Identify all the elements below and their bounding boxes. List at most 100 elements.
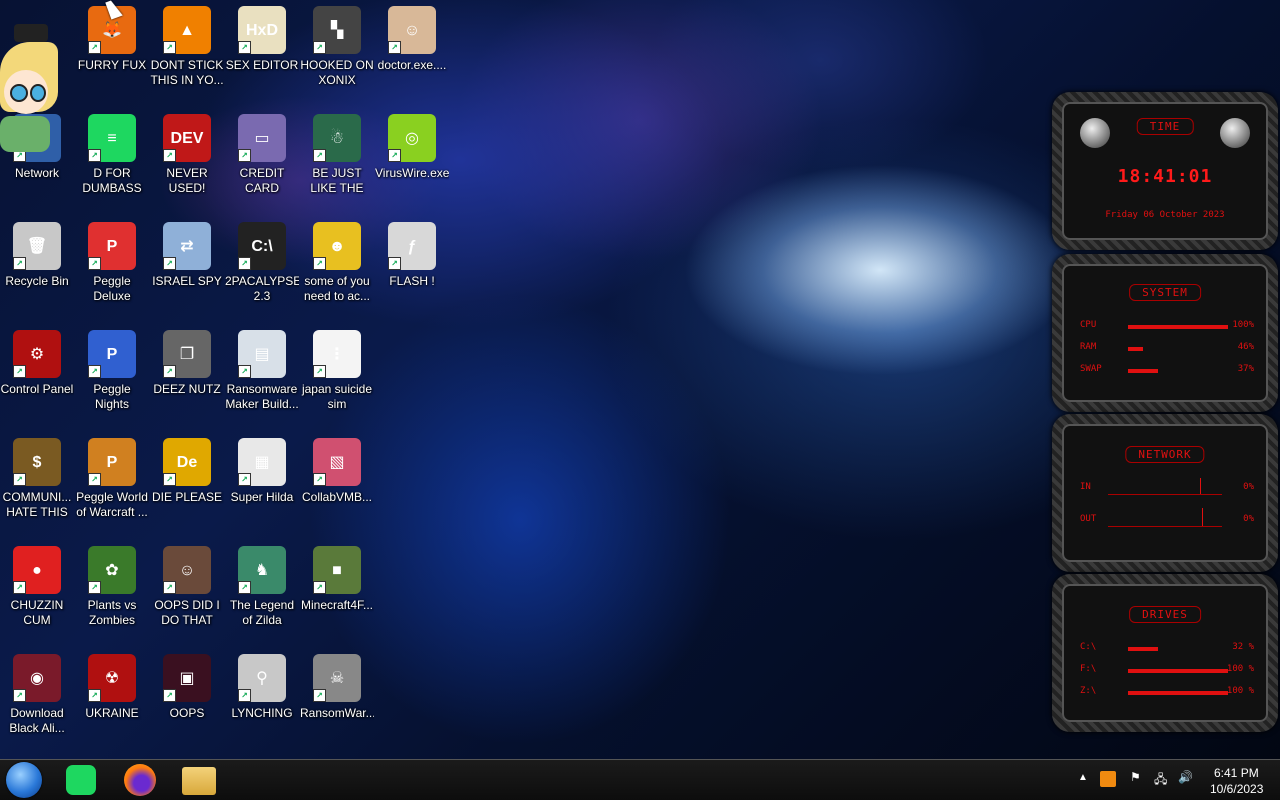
show-hidden-icons-chevron-icon[interactable]: ▲: [1078, 772, 1088, 783]
drive-row-value: 100 %: [1226, 664, 1254, 674]
network-out-spike: [1202, 508, 1203, 526]
desktop-icon-label: D FOR DUMBASS: [82, 166, 142, 195]
desktop-icon[interactable]: ☻ ↗ some of you need to ac...: [300, 216, 374, 304]
shortcut-arrow-icon: ↗: [13, 257, 26, 270]
desktop-icon-label: NEVER USED!: [166, 166, 208, 195]
desktop-icon[interactable]: ▤ ↗ Ransomware Maker Build...: [225, 324, 299, 412]
desktop-icon[interactable]: ♞ ↗ The Legend of Zilda: [225, 540, 299, 628]
volume-icon[interactable]: 🔊: [1178, 770, 1193, 784]
network-in-spike: [1200, 478, 1201, 494]
desktop-icon-label: OOPS DID I DO THAT: [154, 598, 220, 627]
system-row-value: 37%: [1237, 364, 1254, 374]
time-widget: TIME 18:41:01 Friday 06 October 2023: [1052, 92, 1278, 250]
app-icon: ☠ ↗: [313, 654, 361, 702]
desktop-icon[interactable]: ☺ ↗ OOPS DID I DO THAT: [150, 540, 224, 628]
system-row-label: SWAP: [1080, 364, 1102, 374]
firefox-icon[interactable]: [124, 764, 156, 796]
desktop-icon[interactable]: ❐ ↗ DEEZ NUTZ: [150, 324, 224, 397]
taskbar-clock-date[interactable]: 10/6/2023: [1210, 782, 1263, 796]
desktop-icon[interactable]: 🗑 ↗ Recycle Bin: [0, 216, 74, 289]
desktop-icon[interactable]: ⚙ ↗ Control Panel: [0, 324, 74, 397]
desktop-icon[interactable]: ⚲ ↗ LYNCHING: [225, 648, 299, 721]
shortcut-arrow-icon: ↗: [163, 149, 176, 162]
shortcut-arrow-icon: ↗: [313, 149, 326, 162]
desktop-icon-label: doctor.exe....: [377, 58, 447, 72]
desktop-icon[interactable]: De ↗ DIE PLEASE: [150, 432, 224, 505]
drive-row-value: 100 %: [1226, 686, 1254, 696]
shortcut-arrow-icon: ↗: [238, 473, 251, 486]
desktop-icon[interactable]: ◉ ↗ Download Black Ali...: [0, 648, 74, 736]
start-orb-button[interactable]: [6, 762, 42, 798]
desktop-icon[interactable]: P ↗ Peggle Deluxe: [75, 216, 149, 304]
desktop-icon[interactable]: DEV ↗ NEVER USED!: [150, 108, 224, 196]
system-usage-bar: [1128, 369, 1158, 373]
desktop-icon-label: LYNCHING: [231, 706, 293, 720]
shortcut-arrow-icon: ↗: [238, 581, 251, 594]
desktop-icon[interactable]: ● ↗ CHUZZIN CUM: [0, 540, 74, 628]
desktop-icon-label: 2PACALYPSE 2.3: [225, 274, 299, 303]
app-icon: ♞ ↗: [238, 546, 286, 594]
desktop-icon[interactable]: ▣ ↗ OOPS: [150, 648, 224, 721]
desktop-icon[interactable]: P↗ Peggle Nights Deluxe: [75, 324, 149, 412]
desktop-icon[interactable]: ▲ ↗ DONT STICK THIS IN YO...: [150, 0, 224, 88]
desktop-icon-label: DEEZ NUTZ: [153, 382, 221, 396]
desktop-icon[interactable]: ▭↗ CREDIT CARD CHECKER: [225, 108, 299, 196]
file-explorer-icon[interactable]: [182, 767, 216, 795]
shortcut-arrow-icon: ↗: [88, 689, 101, 702]
app-icon: HxD ↗: [238, 6, 286, 54]
desktop-icon[interactable]: ≡ ↗ D FOR DUMBASS: [75, 108, 149, 196]
app-icon: ⇄ ↗: [163, 222, 211, 270]
desktop-icon-label: Super Hilda: [230, 490, 294, 504]
desktop-icon[interactable]: ▚ ↗ HOOKED ON XONIX: [300, 0, 374, 88]
system-widget: SYSTEM CPU 100% RAM 46% SWAP 37%: [1052, 254, 1278, 412]
desktop-icon[interactable]: C:\ ↗ 2PACALYPSE 2.3: [225, 216, 299, 304]
system-usage-bar: [1128, 347, 1143, 351]
drive-usage-bar: [1128, 669, 1228, 673]
shortcut-arrow-icon: ↗: [163, 41, 176, 54]
drive-row-value: 32 %: [1232, 642, 1254, 652]
desktop-icon[interactable]: P ↗ Peggle World of Warcraft ...: [75, 432, 149, 520]
desktop-icon[interactable]: ▦ ↗ Super Hilda: [225, 432, 299, 505]
app-icon: ▲ ↗: [163, 6, 211, 54]
desktop-icon-label: Control Panel: [0, 382, 74, 396]
desktop-icon-label: CHUZZIN CUM: [10, 598, 64, 627]
shortcut-arrow-icon: ↗: [88, 41, 101, 54]
system-row-label: CPU: [1080, 320, 1097, 330]
desktop-icon[interactable]: $↗ COMMUNI... HATE THIS ...: [0, 432, 74, 520]
desktop-icon[interactable]: ƒ ↗ FLASH !: [375, 216, 449, 289]
tray-app-icon[interactable]: [1100, 771, 1116, 787]
desktop-icon[interactable]: ■ ↗ Minecraft4F...: [300, 540, 374, 613]
desktop-icon[interactable]: HxD ↗ SEX EDITOR: [225, 0, 299, 73]
shortcut-arrow-icon: ↗: [163, 689, 176, 702]
taskbar-clock-time[interactable]: 6:41 PM: [1214, 766, 1259, 780]
network-in-label: IN: [1080, 482, 1091, 492]
desktop-icon[interactable]: ▧ ↗ CollabVMB...: [300, 432, 374, 505]
network-status-icon[interactable]: 🖧: [1154, 770, 1167, 791]
taskbar: ▲ ⚑ 🖧 🔊 6:41 PM 10/6/2023: [0, 759, 1280, 800]
app-icon: C:\ ↗: [238, 222, 286, 270]
app-icon: ▦ ↗: [238, 438, 286, 486]
app-icon: ▧ ↗: [313, 438, 361, 486]
desktop-icon-label: ISRAEL SPY: [152, 274, 222, 288]
desktop-icon[interactable]: ◎ ↗ VirusWire.exe: [375, 108, 449, 181]
desktop-icon[interactable]: ⇄ ↗ ISRAEL SPY: [150, 216, 224, 289]
app-icon: ☺ ↗: [163, 546, 211, 594]
app-icon: ☢ ↗: [88, 654, 136, 702]
spotify-icon[interactable]: [66, 765, 96, 795]
desktop-icon[interactable]: ☠ ↗ RansomWar...: [300, 648, 374, 721]
desktop-icon[interactable]: ☢ ↗ UKRAINE: [75, 648, 149, 721]
action-center-flag-icon[interactable]: ⚑: [1130, 770, 1141, 784]
desktop-icon[interactable]: ☺ ↗ doctor.exe....: [375, 0, 449, 73]
shortcut-arrow-icon: ↗: [238, 689, 251, 702]
desktop-icon[interactable]: ✿ ↗ Plants vs Zombies: [75, 540, 149, 628]
desktop-icon-label: Peggle Nights Deluxe: [93, 382, 131, 411]
network-in-row: IN 0%: [1072, 478, 1258, 496]
desktop-icon-label: SEX EDITOR: [225, 58, 299, 72]
alien-logo-icon: [1220, 118, 1250, 148]
desktop-icon[interactable]: ⋮ ↗ japan suicide sim: [300, 324, 374, 412]
network-widget: NETWORK IN 0% OUT 0%: [1052, 414, 1278, 572]
shortcut-arrow-icon: ↗: [13, 581, 26, 594]
desktop-icon[interactable]: ☃↗ BE JUST LIKE THE DUDE!: [300, 108, 374, 196]
desktop-icon-label: Download Black Ali...: [9, 706, 65, 735]
desktop-icon-label: UKRAINE: [85, 706, 139, 720]
